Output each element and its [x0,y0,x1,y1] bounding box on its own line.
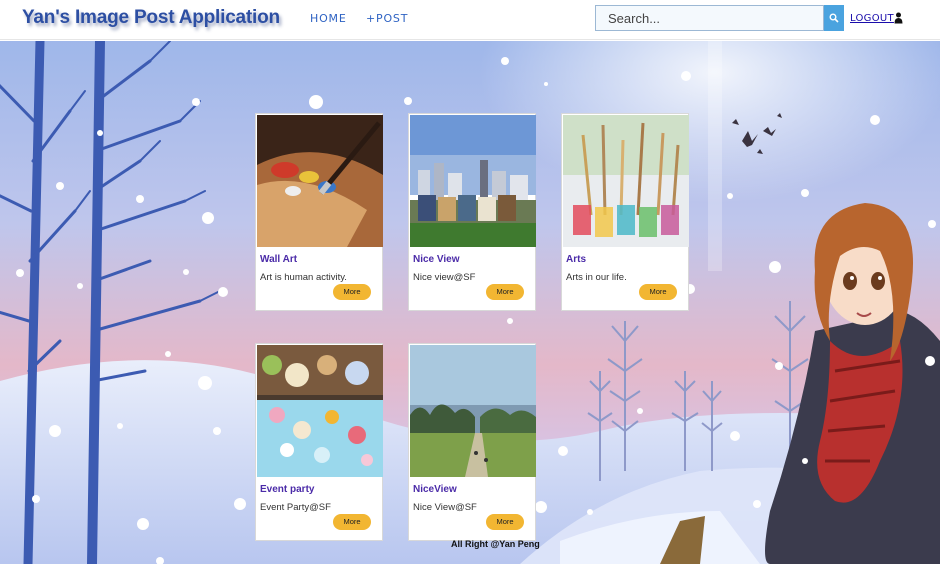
post-description: Event Party@SF [260,502,331,513]
more-button[interactable]: More [333,514,371,530]
post-image-niceview[interactable] [410,345,536,477]
post-card[interactable]: Event party Event Party@SF More [255,343,383,541]
footer-credit: All Right @Yan Peng [451,539,540,549]
app-brand[interactable]: Yan's Image Post Application [22,7,280,29]
post-title: Event party [260,484,315,495]
post-title: Wall Art [260,254,298,265]
post-image-nice-view[interactable] [410,115,536,247]
post-image-wall-art[interactable] [257,115,383,247]
post-card[interactable]: Nice View Nice view@SF More [408,113,536,311]
post-title: NiceView [413,484,457,495]
more-button[interactable]: More [333,284,371,300]
post-image-arts[interactable] [563,115,689,247]
search-icon [829,13,839,23]
top-navbar: Yan's Image Post Application HOME +POST … [0,0,940,40]
post-title: Nice View [413,254,460,265]
post-description: Art is human activity. [260,272,347,283]
more-button[interactable]: More [639,284,677,300]
post-image-event-party[interactable] [257,345,383,477]
post-card[interactable]: Wall Art Art is human activity. More [255,113,383,311]
nav-post-link[interactable]: +POST [366,12,408,25]
user-icon[interactable] [894,12,903,24]
post-card[interactable]: Arts Arts in our life. More [561,113,689,311]
more-button[interactable]: More [486,514,524,530]
post-title: Arts [566,254,587,265]
nav-home-link[interactable]: HOME [310,12,347,25]
logout-link[interactable]: LOGOUT [850,13,894,24]
post-description: Arts in our life. [566,272,627,283]
post-card[interactable]: NiceView Nice View@SF More [408,343,536,541]
more-button[interactable]: More [486,284,524,300]
search-button[interactable] [824,5,844,31]
post-description: Nice View@SF [413,502,477,513]
post-description: Nice view@SF [413,272,476,283]
search-input[interactable] [595,5,824,31]
